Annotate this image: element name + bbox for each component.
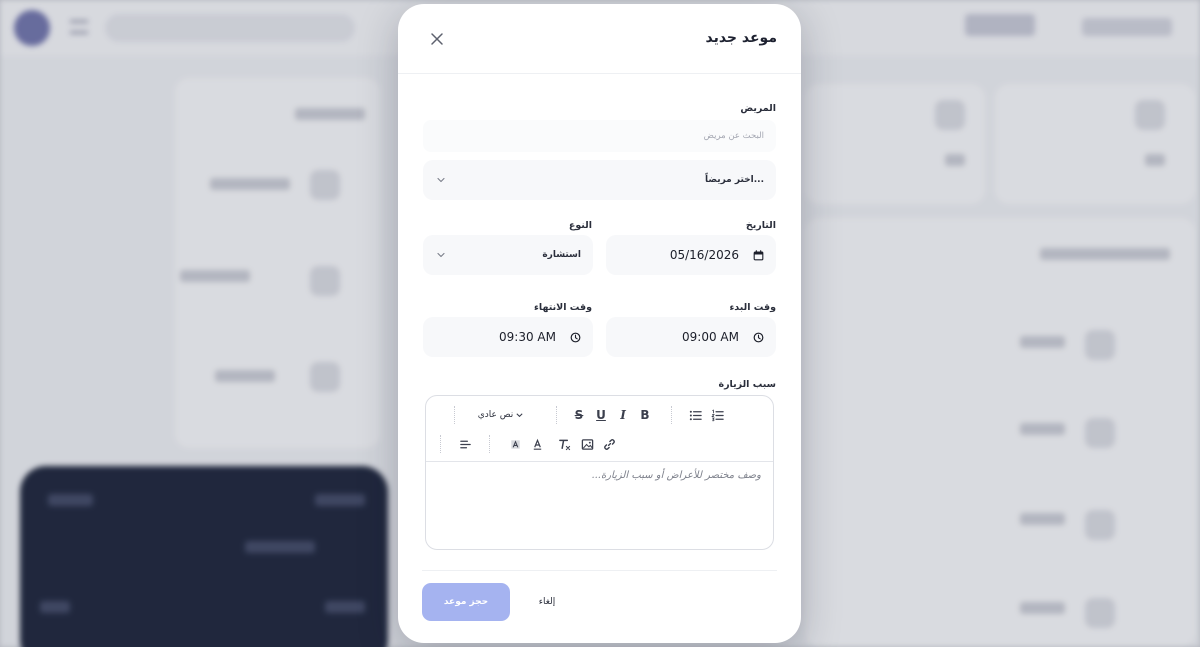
patient-select[interactable]: ...اختر مريضاً [423, 160, 776, 200]
toolbar-separator [489, 435, 490, 453]
background-color-icon [510, 439, 520, 449]
type-select[interactable]: استشارة [423, 235, 593, 275]
editor-toolbar: B I U S نص عادي [426, 396, 773, 462]
cancel-button[interactable]: إلغاء [526, 583, 568, 621]
reason-label: سبب الزيارة [718, 379, 776, 390]
bold-icon: B [640, 408, 650, 422]
reason-editor-content[interactable]: وصف مختصر للأعراض أو سبب الزيارة... [426, 462, 773, 549]
close-button[interactable] [428, 30, 446, 48]
strikethrough-icon: S [574, 408, 584, 422]
underline-button[interactable]: U [594, 408, 608, 422]
toolbar-separator [556, 406, 557, 424]
date-value: 05/16/2026 [669, 248, 739, 262]
end-time-input[interactable]: 09:30 AM [423, 317, 593, 357]
italic-icon: I [620, 408, 626, 422]
ordered-list-icon [710, 409, 724, 421]
align-button[interactable] [458, 437, 472, 451]
patient-search-field [423, 120, 776, 152]
link-icon [603, 438, 615, 450]
date-input[interactable]: 05/16/2026 [606, 235, 776, 275]
toolbar-separator [454, 406, 455, 424]
text-style-value: نص عادي [477, 410, 514, 420]
patient-search-input[interactable] [435, 131, 764, 141]
text-style-icon [516, 412, 523, 417]
footer-divider [422, 570, 777, 571]
background-color-button[interactable] [508, 437, 522, 451]
toolbar-separator [671, 406, 672, 424]
image-icon [581, 438, 593, 450]
calendar-icon[interactable] [753, 249, 764, 261]
bold-button[interactable]: B [638, 408, 652, 422]
link-button[interactable] [602, 437, 616, 451]
close-icon [431, 33, 443, 45]
end-time-label: وقت الانتهاء [534, 302, 592, 313]
book-appointment-button[interactable]: حجز موعد [422, 583, 510, 621]
clear-format-icon [558, 439, 570, 450]
text-style-select[interactable]: نص عادي [462, 406, 540, 424]
dialog-title: موعد جديد [705, 30, 778, 46]
dialog-header: موعد جديد [398, 4, 801, 74]
ordered-list-button[interactable] [710, 408, 724, 422]
type-label: النوع [568, 220, 592, 231]
underline-icon: U [596, 408, 606, 422]
start-time-input[interactable]: 09:00 AM [606, 317, 776, 357]
italic-button[interactable]: I [616, 408, 630, 422]
patient-select-value: ...اختر مريضاً [704, 175, 764, 185]
date-value-wrap: 05/16/2026 [670, 248, 764, 262]
clock-icon[interactable] [753, 332, 764, 343]
clock-icon[interactable] [570, 332, 581, 343]
end-time-value: 09:30 AM [499, 330, 556, 344]
align-left-icon [459, 440, 471, 448]
chevron-down-icon [437, 252, 445, 258]
clear-format-button[interactable] [557, 437, 571, 451]
start-time-label: وقت البدء [729, 302, 776, 313]
chevron-down-icon [437, 177, 445, 183]
start-time-value: 09:00 AM [682, 330, 739, 344]
date-label: التاريخ [745, 220, 776, 231]
reason-editor: B I U S نص عادي وصف مختصر للأعراض أو سبب… [425, 395, 774, 550]
end-time-value-wrap: 09:30 AM [499, 330, 581, 344]
font-color-button[interactable] [530, 437, 544, 451]
image-button[interactable] [580, 437, 594, 451]
type-select-value: استشارة [542, 250, 581, 260]
bullet-list-icon [689, 410, 702, 420]
bullet-list-button[interactable] [688, 408, 702, 422]
strikethrough-button[interactable]: S [572, 408, 586, 422]
toolbar-separator [440, 435, 441, 453]
new-appointment-dialog: موعد جديد المريض ...اختر مريضاً التاريخ … [398, 4, 801, 643]
patient-label: المريض [740, 103, 776, 114]
start-time-value-wrap: 09:00 AM [682, 330, 764, 344]
font-color-icon [533, 438, 541, 450]
